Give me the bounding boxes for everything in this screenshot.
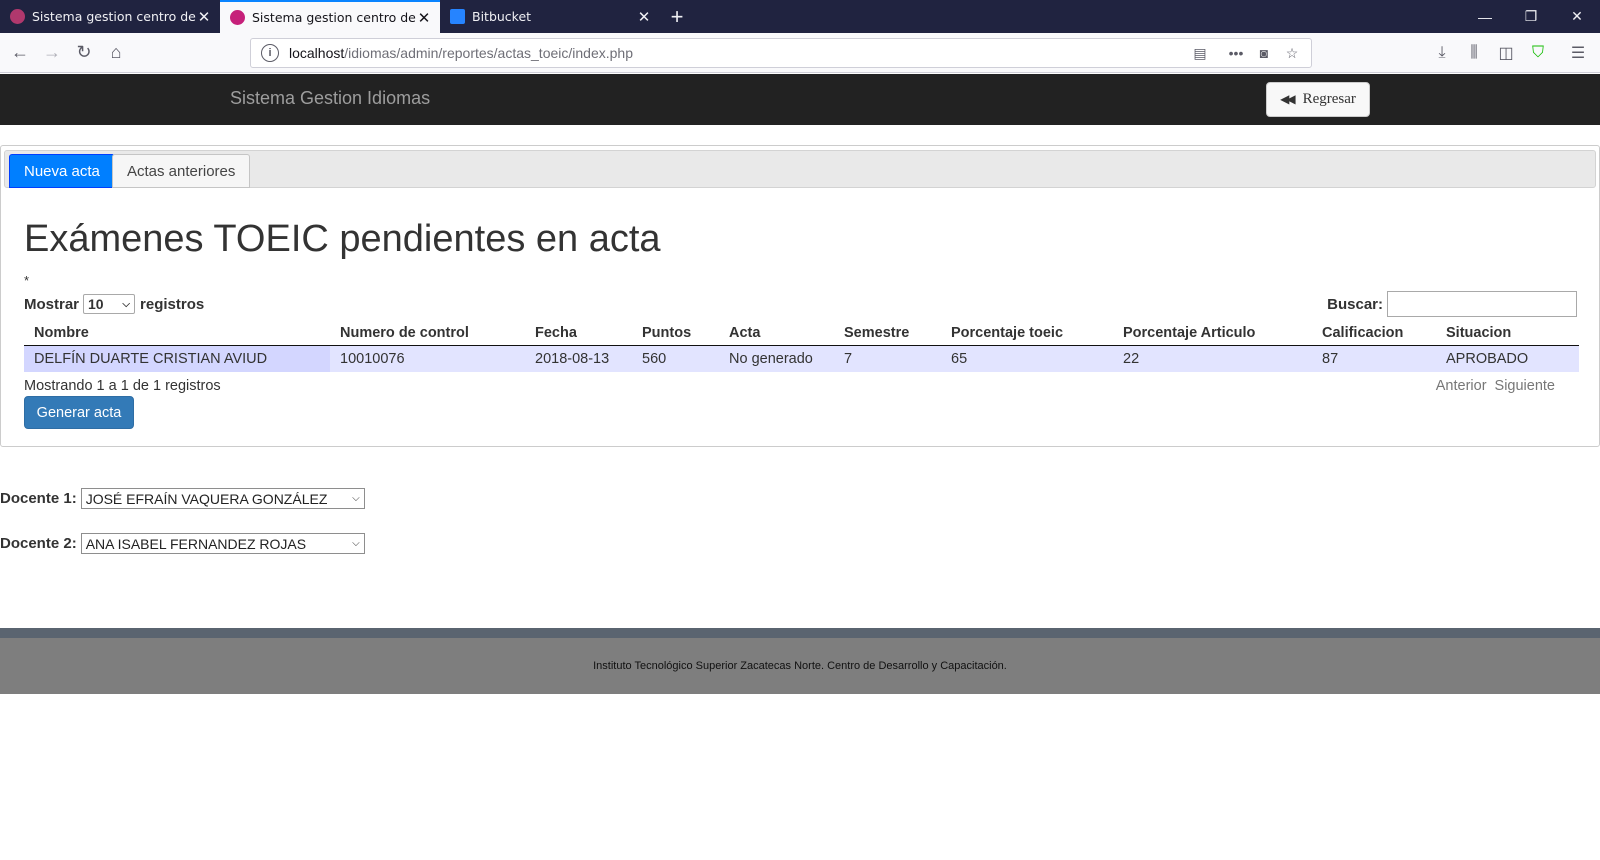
close-tab-icon[interactable]: ✕ xyxy=(196,8,212,26)
cell-porcentaje-toeic: 65 xyxy=(941,345,1113,372)
sidebar-icon[interactable]: ◫ xyxy=(1490,37,1522,69)
cell-numero-control: 10010076 xyxy=(330,345,525,372)
browser-tab-title: Sistema gestion centro de idion xyxy=(32,9,196,24)
page-length-select[interactable]: 10 ⌵ xyxy=(83,294,136,314)
back-button-label: Regresar xyxy=(1302,91,1356,107)
site-favicon-icon xyxy=(10,9,25,24)
column-header[interactable]: Acta xyxy=(719,321,834,346)
menu-icon[interactable]: ☰ xyxy=(1562,37,1594,69)
cell-semestre: 7 xyxy=(834,345,941,372)
show-label: Mostrar xyxy=(24,295,80,313)
more-actions-icon[interactable]: ••• xyxy=(1225,43,1247,63)
cell-situacion: APROBADO xyxy=(1436,345,1579,372)
docente-2-label: Docente 2: xyxy=(0,535,77,552)
download-icon[interactable]: ⤓ xyxy=(1426,37,1458,69)
panel-tab-bar: Nueva acta Actas anteriores xyxy=(4,150,1596,188)
show-suffix: registros xyxy=(140,295,205,313)
search-input[interactable] xyxy=(1387,291,1577,317)
back-icon[interactable]: ← xyxy=(4,37,36,69)
column-header[interactable]: Puntos xyxy=(632,321,719,346)
table-row[interactable]: DELFÍN DUARTE CRISTIAN AVIUD 10010076 20… xyxy=(24,345,1579,372)
reload-icon[interactable]: ↻ xyxy=(68,37,100,69)
column-header[interactable]: Porcentaje toeic xyxy=(941,321,1113,346)
browser-tab-title: Bitbucket xyxy=(472,9,532,24)
column-header[interactable]: Fecha xyxy=(525,321,632,346)
cell-acta: No generado xyxy=(719,345,834,372)
table-header-row: Nombre Numero de control Fecha Puntos Ac… xyxy=(24,321,1579,346)
next-page-button[interactable]: Siguiente xyxy=(1495,378,1555,394)
column-header[interactable]: Calificacion xyxy=(1312,321,1436,346)
docente-1-label: Docente 1: xyxy=(0,490,77,507)
search-control: Buscar: xyxy=(1327,291,1577,317)
close-window-icon[interactable]: ✕ xyxy=(1554,0,1600,33)
pocket-icon[interactable]: ◙ xyxy=(1253,43,1275,63)
column-header[interactable]: Situacion xyxy=(1436,321,1579,346)
bitbucket-favicon-icon xyxy=(450,9,465,24)
docente-2-value: ANA ISABEL FERNANDEZ ROJAS xyxy=(85,535,307,552)
site-favicon-icon xyxy=(230,10,245,25)
browser-tab-1[interactable]: Sistema gestion centro de idion ✕ xyxy=(0,0,220,33)
browser-tab-2[interactable]: Sistema gestion centro de idion ✕ xyxy=(220,0,440,33)
search-label: Buscar: xyxy=(1327,295,1383,313)
page-length-control: Mostrar 10 ⌵ registros xyxy=(24,294,204,314)
docente-2-select[interactable]: ANA ISABEL FERNANDEZ ROJAS ⌵ xyxy=(80,533,365,554)
generate-acta-button[interactable]: Generar acta xyxy=(24,396,134,429)
docente-1-select[interactable]: JOSÉ EFRAÍN VAQUERA GONZÁLEZ ⌵ xyxy=(80,488,365,509)
column-header[interactable]: Porcentaje Articulo xyxy=(1113,321,1312,346)
close-tab-icon[interactable]: ✕ xyxy=(636,8,652,26)
browser-tab-strip: Sistema gestion centro de idion ✕ Sistem… xyxy=(0,0,1600,33)
url-path: /idiomas/admin/reportes/actas_toeic/inde… xyxy=(344,45,633,61)
cell-puntos: 560 xyxy=(632,345,719,372)
docente-1-field: Docente 1: JOSÉ EFRAÍN VAQUERA GONZÁLEZ … xyxy=(0,488,365,509)
chevron-down-icon: ⌵ xyxy=(122,298,131,310)
footer-divider xyxy=(0,628,1600,638)
docente-1-value: JOSÉ EFRAÍN VAQUERA GONZÁLEZ xyxy=(85,490,328,507)
site-info-icon[interactable]: i xyxy=(261,44,279,62)
chevron-down-icon: ⌵ xyxy=(352,493,360,504)
chevron-down-icon: ⌵ xyxy=(352,538,360,549)
home-icon[interactable]: ⌂ xyxy=(100,37,132,69)
column-header[interactable]: Numero de control xyxy=(330,321,525,346)
forward-icon[interactable]: → xyxy=(36,37,68,69)
cell-porcentaje-articulo: 22 xyxy=(1113,345,1312,372)
window-controls: — ❐ ✕ xyxy=(1462,0,1600,33)
url-bar[interactable]: i localhost/idiomas/admin/reportes/actas… xyxy=(250,38,1312,68)
docente-2-field: Docente 2: ANA ISABEL FERNANDEZ ROJAS ⌵ xyxy=(0,533,365,554)
page-footer: Instituto Tecnológico Superior Zacatecas… xyxy=(0,638,1600,694)
cell-calificacion: 87 xyxy=(1312,345,1436,372)
bookmark-star-icon[interactable]: ☆ xyxy=(1281,43,1303,63)
cell-nombre: DELFÍN DUARTE CRISTIAN AVIUD xyxy=(24,345,330,372)
column-header[interactable]: Semestre xyxy=(834,321,941,346)
app-header: Sistema Gestion Idiomas ◀◀ Regresar xyxy=(0,74,1600,125)
tab-nueva-acta[interactable]: Nueva acta xyxy=(9,154,115,188)
pagination: Anterior Siguiente xyxy=(1436,378,1555,394)
main-panel: Nueva acta Actas anteriores Exámenes TOE… xyxy=(0,145,1600,447)
page-length-value: 10 xyxy=(88,296,104,312)
restore-icon[interactable]: ❐ xyxy=(1508,0,1554,33)
page-title: Exámenes TOEIC pendientes en acta xyxy=(24,218,661,260)
column-header[interactable]: Nombre xyxy=(24,321,330,346)
browser-tab-title: Sistema gestion centro de idion xyxy=(252,10,416,25)
browser-navbar: ← → ↻ ⌂ i localhost/idiomas/admin/report… xyxy=(0,33,1600,73)
app-brand[interactable]: Sistema Gestion Idiomas xyxy=(230,88,430,109)
footer-text: Instituto Tecnológico Superior Zacatecas… xyxy=(593,660,1007,672)
shield-icon[interactable]: ⛉ xyxy=(1522,37,1554,69)
browser-tab-3[interactable]: Bitbucket ✕ xyxy=(440,0,660,33)
fast-backward-icon: ◀◀ xyxy=(1280,92,1296,106)
exams-table: Nombre Numero de control Fecha Puntos Ac… xyxy=(24,321,1579,372)
new-tab-icon[interactable]: + xyxy=(660,0,694,33)
library-icon[interactable]: ⫼ xyxy=(1458,37,1490,69)
url-host: localhost xyxy=(289,45,345,61)
tab-actas-anteriores[interactable]: Actas anteriores xyxy=(112,154,251,188)
asterisk-note: * xyxy=(24,273,30,288)
table-info: Mostrando 1 a 1 de 1 registros xyxy=(24,378,221,394)
browser-toolbar-right: ⤓ ⫼ ◫ ⛉ ☰ xyxy=(1426,37,1594,69)
close-tab-icon[interactable]: ✕ xyxy=(416,9,432,27)
url-actions: ▤ ••• ◙ ☆ xyxy=(1189,43,1303,63)
cell-fecha: 2018-08-13 xyxy=(525,345,632,372)
minimize-icon[interactable]: — xyxy=(1462,0,1508,33)
previous-page-button[interactable]: Anterior xyxy=(1436,378,1487,394)
back-button[interactable]: ◀◀ Regresar xyxy=(1266,82,1370,117)
reader-view-icon[interactable]: ▤ xyxy=(1189,43,1211,63)
